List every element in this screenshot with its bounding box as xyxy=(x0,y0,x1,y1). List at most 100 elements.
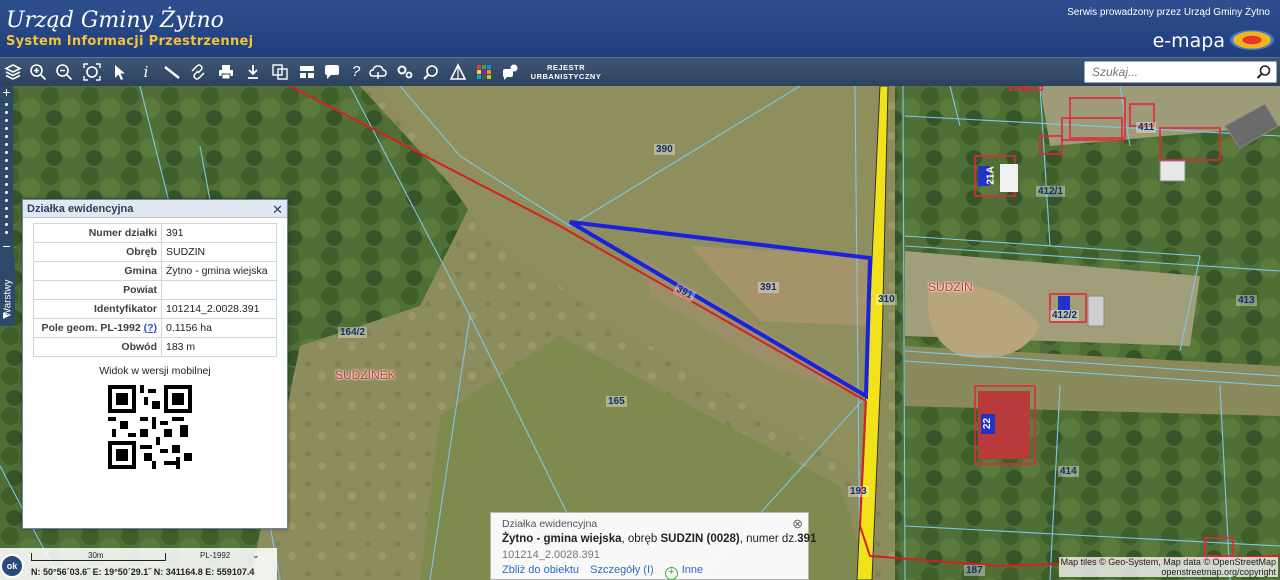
map-attribution: Map tiles © Geo-System, Map data © OpenS… xyxy=(1058,557,1278,577)
parcel-label-310: 310 xyxy=(876,294,897,305)
select-arrow-icon[interactable] xyxy=(110,62,130,82)
zoom-level-dot xyxy=(5,207,8,210)
attr-key: Pole geom. PL-1992 (?) xyxy=(33,318,162,338)
search-icon[interactable] xyxy=(1256,64,1272,80)
comment-icon[interactable] xyxy=(322,62,342,82)
help-icon[interactable]: ? xyxy=(346,62,366,82)
toolbar: i ? REJESTR URBANISTYCZNY xyxy=(0,57,1280,86)
mobile-view-label: Widok w wersji mobilnej xyxy=(99,365,211,377)
attr-value: Żytno - gmina wiejska xyxy=(161,261,277,281)
place-label-sudzin: SUDZIN xyxy=(928,280,973,294)
expand-triangle-icon: ▶ xyxy=(3,311,10,320)
layers-icon[interactable] xyxy=(3,62,23,82)
attr-key: Gmina xyxy=(33,261,162,281)
rejestr-urbanistyczny-button[interactable]: REJESTR URBANISTYCZNY xyxy=(530,63,602,81)
plus-circle-icon[interactable]: + xyxy=(664,567,678,580)
zoom-level-dot xyxy=(5,135,8,138)
zoom-level-dot xyxy=(5,167,8,170)
link-icon[interactable] xyxy=(188,62,208,82)
chat-icon[interactable] xyxy=(501,62,521,82)
attr-key-label: Pole geom. PL-1992 xyxy=(41,322,141,334)
parcel-attributes-table: Numer działki 391 Obręb SUDZIN Gmina Żyt… xyxy=(33,223,277,357)
zoom-in-icon[interactable] xyxy=(28,62,48,82)
zoom-level-dot xyxy=(5,223,8,226)
chevron-down-icon[interactable]: ⌄ xyxy=(252,550,260,561)
print-icon[interactable] xyxy=(216,62,236,82)
attr-value: 101214_2.0028.391 xyxy=(161,299,277,319)
zoom-level-dot xyxy=(5,231,8,234)
terrain-icon[interactable] xyxy=(448,62,468,82)
zoom-plus-button[interactable]: + xyxy=(0,85,13,99)
zoom-search-icon[interactable] xyxy=(421,62,441,82)
attr-value xyxy=(161,280,277,300)
building-label-22: 22 xyxy=(982,417,994,430)
app-window: Urząd Gminy Żytno System Informacji Prze… xyxy=(0,0,1280,580)
zoom-level-dot xyxy=(5,111,8,114)
parcel-label-391: 391 xyxy=(758,282,779,293)
zoom-out-icon[interactable] xyxy=(54,62,74,82)
crs-select[interactable]: PL-1992 xyxy=(200,551,230,560)
parcel-label-187: 187 xyxy=(964,565,985,576)
attr-key: Numer działki xyxy=(33,223,162,243)
bubble-identifier: 101214_2.0028.391 xyxy=(502,549,600,561)
color-palette-icon[interactable] xyxy=(474,62,494,82)
qr-code-icon[interactable] xyxy=(108,385,192,469)
attribution-line: Map tiles © Geo-System, Map data © OpenS… xyxy=(1060,557,1276,567)
bubble-links: Zbliż do obiektu Szczegóły (I) + Inne xyxy=(502,564,711,580)
zoom-level-dot xyxy=(5,143,8,146)
parcel-label-412-2: 412/2 xyxy=(1050,310,1080,321)
close-icon[interactable]: ✕ xyxy=(272,202,283,218)
place-label-sudzinek: SUDZINEK xyxy=(335,368,396,382)
search-input[interactable] xyxy=(1085,62,1250,82)
scale-label: 30m xyxy=(88,551,104,560)
parcel-label-165: 165 xyxy=(606,396,627,407)
attr-value: 391 xyxy=(161,223,277,243)
table-row: Pole geom. PL-1992 (?) 0.1156 ha xyxy=(33,318,277,338)
panel-title: Działka ewidencyjna xyxy=(23,200,287,218)
copy-icon[interactable] xyxy=(270,62,290,82)
details-link[interactable]: Szczegóły (I) xyxy=(590,564,654,576)
download-icon[interactable] xyxy=(243,62,263,82)
table-row: Identyfikator 101214_2.0028.391 xyxy=(33,299,277,319)
header-bar: Urząd Gminy Żytno System Informacji Prze… xyxy=(0,0,1280,57)
layout-icon[interactable] xyxy=(297,62,317,82)
measure-ruler-icon[interactable] xyxy=(162,62,182,82)
ok-button[interactable]: ok xyxy=(0,554,24,578)
zoom-extent-icon[interactable] xyxy=(82,62,102,82)
zoom-minus-button[interactable]: − xyxy=(0,239,13,253)
table-row: Powiat xyxy=(33,280,277,300)
parcel-info-bubble: Działka ewidencyjna ⊗ Żytno - gmina wiej… xyxy=(490,512,816,580)
attr-value: 183 m xyxy=(161,337,277,357)
attr-key: Powiat xyxy=(33,280,162,300)
bubble-obreb: SUDZIN (0028) xyxy=(660,533,740,545)
table-row: Numer działki 391 xyxy=(33,223,277,243)
zoom-level-dot xyxy=(5,191,8,194)
zoom-level-dot xyxy=(5,183,8,186)
emapa-brand[interactable]: e-mapa xyxy=(1153,30,1225,52)
info-icon[interactable]: i xyxy=(136,62,156,82)
layers-tab[interactable]: Warstwy ▶ xyxy=(0,258,15,324)
close-icon[interactable]: ⊗ xyxy=(792,516,803,532)
other-link[interactable]: Inne xyxy=(682,564,703,576)
coordinates-readout: N: 50°56´03.6˝ E: 19°50´29.1˝ N: 341164.… xyxy=(31,567,255,577)
bubble-numer: 391 xyxy=(797,533,817,545)
help-link[interactable]: (?) xyxy=(144,322,157,334)
table-row: Obręb SUDZIN xyxy=(33,242,277,262)
parcel-label-413: 413 xyxy=(1236,295,1257,306)
zoom-level-dot xyxy=(5,103,8,106)
attribution-link[interactable]: openstreetmap.org/copyright xyxy=(1061,567,1276,577)
zoom-level-dot xyxy=(5,159,8,162)
building-label-21A: 21A xyxy=(985,166,997,185)
cloud-icon[interactable] xyxy=(368,62,388,82)
zoom-to-object-link[interactable]: Zbliż do obiektu xyxy=(502,564,579,576)
zoom-level-dot xyxy=(5,151,8,154)
search-box xyxy=(1084,61,1277,83)
zoom-level-dot xyxy=(5,119,8,122)
attr-key: Obręb xyxy=(33,242,162,262)
settings-icon[interactable] xyxy=(395,62,415,82)
emapa-logo-icon xyxy=(1230,30,1274,50)
parcel-label-164-2: 164/2 xyxy=(338,327,368,338)
bubble-gmina: Żytno - gmina wiejska xyxy=(502,533,622,545)
table-row: Obwód 183 m xyxy=(33,337,277,357)
attr-value: 0.1156 ha xyxy=(161,318,277,338)
